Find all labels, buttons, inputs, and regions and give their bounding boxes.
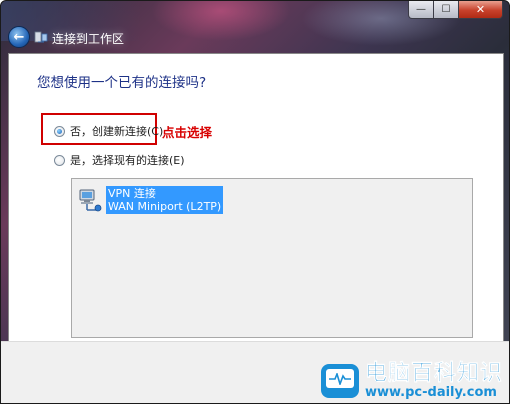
radio-unselected-icon[interactable] (54, 154, 65, 166)
watermark-url: www.pc-daily.com (364, 385, 497, 400)
vpn-connection-icon (79, 189, 102, 212)
option-create-new[interactable]: 否，创建新连接(C) (54, 123, 163, 139)
watermark: 电脑百科知识 www.pc-daily.com (320, 361, 503, 400)
wizard-header: ← 连接到工作区 (1, 21, 509, 53)
option-label: 是，选择现有的连接(E) (70, 154, 185, 167)
back-button[interactable]: ← (8, 26, 30, 48)
footer-bar: 电脑百科知识 www.pc-daily.com (1, 341, 509, 403)
wizard-title: 连接到工作区 (52, 32, 125, 46)
arrow-left-icon: ← (13, 29, 25, 45)
network-wizard-icon (34, 31, 48, 43)
caption-buttons: — ☐ ✕ (408, 1, 503, 19)
option-label: 否，创建新连接(C) (70, 125, 164, 138)
connection-device: WAN Miniport (L2TP) (108, 200, 222, 213)
watermark-text: 电脑百科知识 www.pc-daily.com (364, 361, 503, 400)
radio-selected-icon[interactable] (54, 125, 65, 137)
connection-name: VPN 连接 (108, 187, 156, 200)
minimize-button[interactable]: — (408, 1, 434, 19)
page-question: 您想使用一个已有的连接吗? (37, 75, 207, 91)
monitor-logo-icon (320, 364, 359, 398)
watermark-title: 电脑百科知识 (364, 361, 503, 386)
list-item[interactable]: VPN 连接 WAN Miniport (L2TP) (78, 186, 224, 214)
connection-list[interactable]: VPN 连接 WAN Miniport (L2TP) (71, 178, 473, 338)
close-button[interactable]: ✕ (459, 1, 503, 19)
annotation-text: 点击选择 (162, 125, 213, 140)
dialog-window: — ☐ ✕ ← 连接到工作区 您想使用一个已有的连接吗? 否，创建新连接(C) … (0, 0, 510, 404)
maximize-button[interactable]: ☐ (434, 1, 459, 19)
connection-entry-text: VPN 连接 WAN Miniport (L2TP) (106, 186, 224, 214)
option-use-existing[interactable]: 是，选择现有的连接(E) (54, 152, 185, 168)
